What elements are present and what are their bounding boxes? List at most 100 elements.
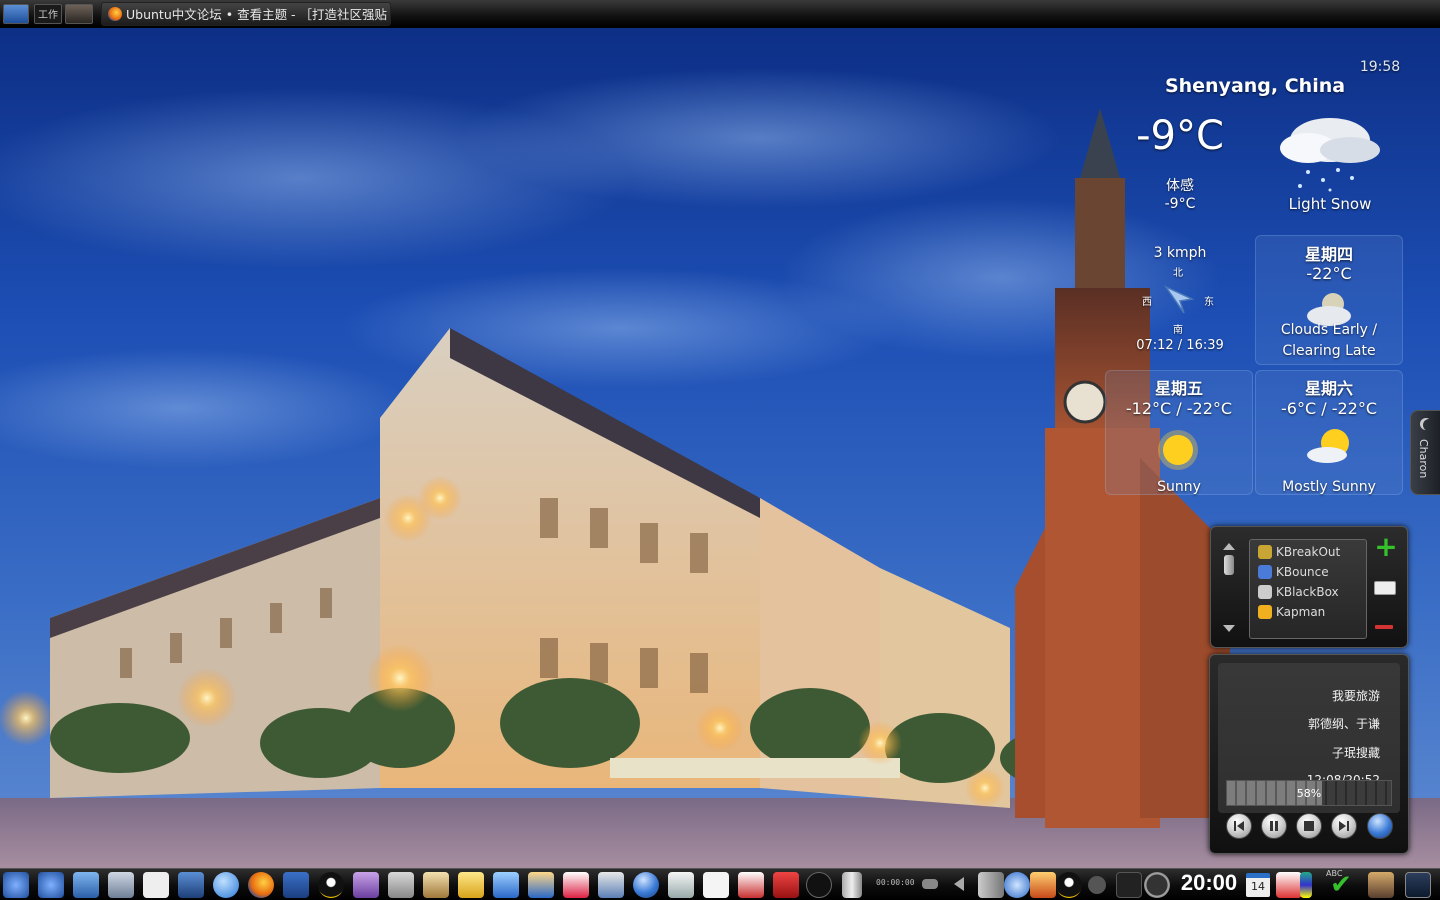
calendar-icon[interactable]: 14: [1246, 873, 1270, 897]
sunrise-sunset: 07:12 / 16:39: [1136, 338, 1224, 353]
messenger-icon[interactable]: [528, 872, 554, 898]
printer-icon[interactable]: [108, 872, 134, 898]
current-temperature: -9°C: [1136, 113, 1224, 159]
update-icon[interactable]: [1030, 872, 1056, 898]
desktop-pager-1[interactable]: [3, 3, 29, 24]
forecast-day-2: 星期五: [1154, 379, 1203, 398]
panel-clock[interactable]: 20:00: [1176, 870, 1242, 896]
scroll-thumb[interactable]: [1224, 555, 1234, 575]
next-button[interactable]: [1331, 813, 1357, 839]
forecast-condition-2: Sunny: [1157, 479, 1201, 495]
bottom-panel: 00:00:00 20:00 14 ABC ✔: [0, 868, 1440, 900]
charon-side-tab[interactable]: Charon: [1410, 410, 1440, 495]
stop-button[interactable]: [1296, 813, 1322, 839]
list-item-kapman[interactable]: Kapman: [1258, 602, 1325, 622]
paint-icon[interactable]: [563, 872, 589, 898]
info-icon[interactable]: [1088, 876, 1106, 894]
forecast-temp-3: -6°C / -22°C: [1281, 399, 1377, 418]
taskbar-task-firefox[interactable]: Ubuntu中文论坛 • 查看主题 - ［打造社区强贴 - 图: [101, 1, 391, 26]
forecast-condition-1: Clouds Early / Clearing Late: [1280, 322, 1378, 359]
globe-icon[interactable]: [213, 872, 239, 898]
qq-penguin-icon[interactable]: [318, 872, 344, 898]
compass-north: 北: [1173, 268, 1183, 279]
pager-tray-icon[interactable]: [1116, 872, 1142, 898]
game-label: Kapman: [1276, 605, 1326, 619]
checkmark-icon[interactable]: ✔: [1328, 872, 1354, 898]
player-app-icon[interactable]: [1367, 813, 1393, 839]
games-list: KBreakOut KBounce KBlackBox Kapman: [1249, 539, 1367, 639]
game-label: KBlackBox: [1276, 585, 1339, 599]
list-item-kbreakout[interactable]: KBreakOut: [1258, 542, 1340, 562]
kde-launcher-icon[interactable]: [38, 872, 64, 898]
feels-like-value: -9°C: [1164, 196, 1196, 212]
compass-east: 东: [1204, 297, 1214, 308]
kde-menu-icon[interactable]: [3, 872, 29, 898]
analog-clock-icon[interactable]: [1144, 872, 1170, 898]
kblackbox-icon: [1258, 585, 1272, 599]
weather-widget[interactable]: 19:58 Shenyang, China -9°C 体感 -9°C Light…: [1100, 55, 1420, 505]
list-item-kbounce[interactable]: KBounce: [1258, 562, 1329, 582]
task-title: Ubuntu中文论坛 • 查看主题 - ［打造社区强贴 - 图: [126, 7, 391, 22]
track-album: 子珉搜藏: [1331, 746, 1380, 760]
pause-button[interactable]: [1261, 813, 1287, 839]
skip-previous-icon: [1234, 821, 1244, 831]
archive-icon[interactable]: [388, 872, 414, 898]
network-icon[interactable]: [1004, 872, 1030, 898]
notes-icon[interactable]: [668, 872, 694, 898]
top-panel: 工作 Ubuntu中文论坛 • 查看主题 - ［打造社区强贴 - 图: [0, 0, 1440, 28]
moon-icon: [1423, 419, 1435, 431]
security-icon[interactable]: [1276, 872, 1302, 898]
qq-tray-icon[interactable]: [1056, 872, 1082, 898]
bird-icon[interactable]: [493, 872, 519, 898]
weather-city: Shenyang, China: [1164, 75, 1346, 97]
forecast-temp-2: -12°C / -22°C: [1125, 399, 1233, 418]
kbreakout-icon: [1258, 545, 1272, 559]
photo-icon[interactable]: [1368, 872, 1394, 898]
dictionary-icon[interactable]: [738, 872, 764, 898]
document-icon[interactable]: [143, 872, 169, 898]
forecast-day-3: 星期六: [1304, 379, 1353, 398]
volume-icon[interactable]: [978, 872, 1004, 898]
skip-next-icon: [1339, 821, 1349, 831]
feels-like-label: 体感: [1166, 178, 1194, 194]
games-scrollbar[interactable]: [1219, 539, 1239, 637]
wind-direction-arrow-icon: [1163, 285, 1195, 314]
games-launcher-widget: KBreakOut KBounce KBlackBox Kapman +: [1210, 526, 1408, 648]
trash-icon[interactable]: [842, 872, 862, 898]
light-snow-icon: [1280, 118, 1380, 192]
firefox-icon[interactable]: [248, 872, 274, 898]
music-player-widget: 我要旅游 郭德纲、于谦 子珉搜藏 12:08/20:52 58%: [1209, 654, 1409, 854]
kbounce-icon: [1258, 565, 1272, 579]
mail-icon[interactable]: [458, 872, 484, 898]
add-icon[interactable]: +: [1374, 533, 1398, 561]
input-method-icon[interactable]: [1300, 872, 1312, 898]
terminal-icon[interactable]: [178, 872, 204, 898]
list-item-kblackbox[interactable]: KBlackBox: [1258, 582, 1339, 602]
desktop-pager-3[interactable]: [65, 3, 93, 24]
progress-bar[interactable]: 58%: [1226, 780, 1392, 806]
forecast-day-1: 星期四: [1304, 245, 1353, 264]
desktop-pager-2[interactable]: 工作: [34, 3, 62, 24]
circle-icon[interactable]: [806, 872, 832, 898]
previous-button[interactable]: [1226, 813, 1252, 839]
compass-south: 南: [1173, 325, 1183, 336]
scroll-down-icon[interactable]: [1223, 625, 1235, 632]
remove-icon[interactable]: [1375, 625, 1393, 629]
system-timer: 00:00:00: [876, 878, 915, 887]
sun-icon: [1158, 430, 1198, 470]
spellcheck-icon[interactable]: [773, 872, 799, 898]
game-label: KBounce: [1276, 565, 1329, 579]
bittorrent-icon[interactable]: [423, 872, 449, 898]
forecast-condition-3: Mostly Sunny: [1282, 479, 1376, 495]
pidgin-icon[interactable]: [353, 872, 379, 898]
battery-icon[interactable]: [922, 879, 938, 889]
editor-icon[interactable]: [283, 872, 309, 898]
text-file-icon[interactable]: [703, 872, 729, 898]
settings-icon[interactable]: [598, 872, 624, 898]
show-desktop-icon[interactable]: [1405, 872, 1431, 898]
media-player-icon[interactable]: [633, 872, 659, 898]
scroll-up-icon[interactable]: [1223, 543, 1235, 550]
scroll-left-icon[interactable]: [952, 877, 964, 891]
desktop-icon[interactable]: [73, 872, 99, 898]
edit-icon[interactable]: [1374, 581, 1396, 595]
